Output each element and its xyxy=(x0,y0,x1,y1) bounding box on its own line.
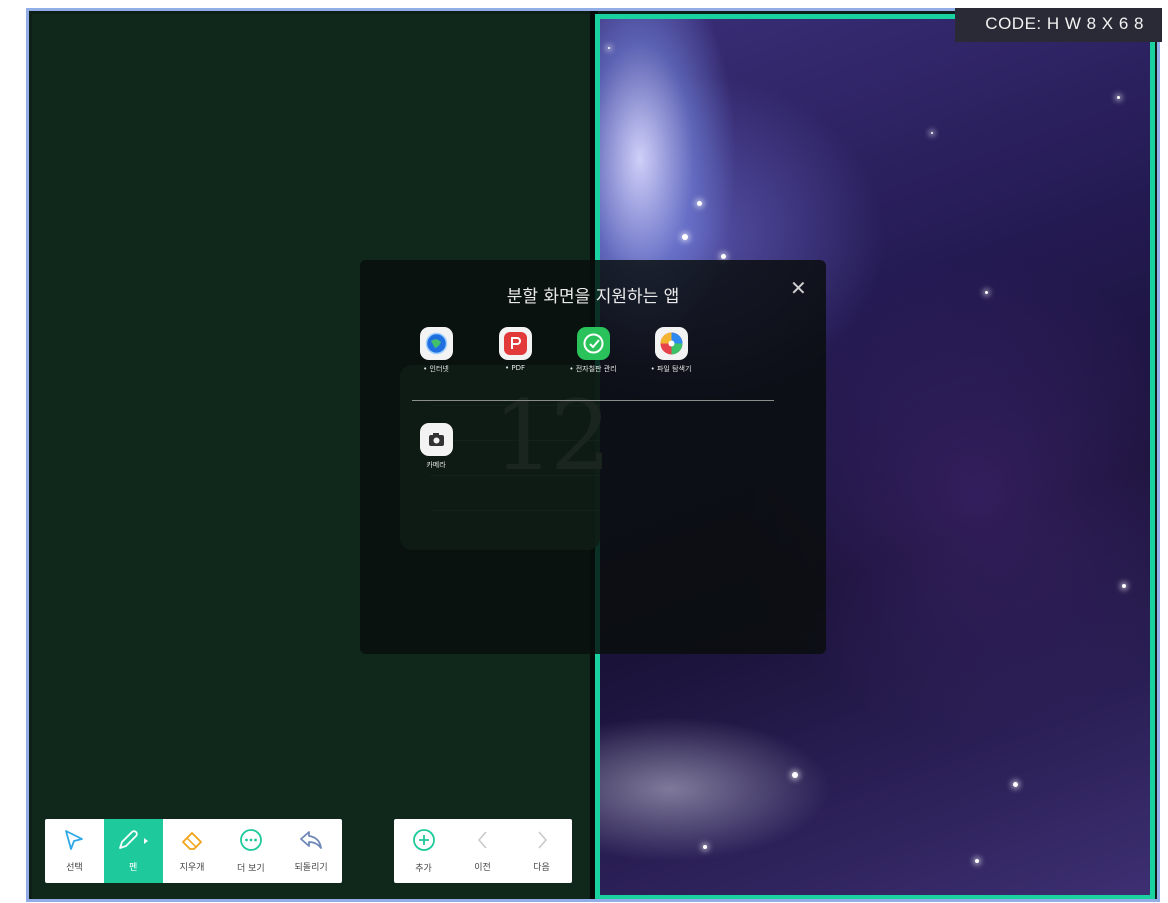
app-board-manager[interactable]: • 전자칠판 관리 xyxy=(553,327,633,374)
pdf-icon xyxy=(498,327,532,360)
tool-label: 추가 xyxy=(415,864,432,874)
next-page-button[interactable]: 다음 xyxy=(512,819,571,883)
more-icon xyxy=(239,828,263,856)
app-label: 카메라 xyxy=(426,461,446,469)
add-icon xyxy=(412,828,436,856)
undo-icon xyxy=(298,829,324,855)
close-icon[interactable]: ✕ xyxy=(790,276,807,300)
dialog-separator xyxy=(412,400,774,401)
file-explorer-icon xyxy=(654,327,688,360)
code-badge: CODE: H W 8 X 6 8 xyxy=(955,8,1162,42)
star xyxy=(721,254,726,259)
star xyxy=(682,234,688,240)
app-file-explorer[interactable]: • 파일 탐색기 xyxy=(631,327,711,374)
pen-tool-button[interactable]: 펜 xyxy=(103,819,163,883)
star xyxy=(697,201,702,206)
tool-label: 더 보기 xyxy=(236,864,265,874)
tool-label: 지우개 xyxy=(179,863,205,873)
app-label: • 인터넷 xyxy=(423,365,449,373)
cursor-icon xyxy=(63,829,85,855)
app-label: • 전자칠판 관리 xyxy=(569,365,617,373)
split-screen-apps-dialog: 분할 화면을 지원하는 앱 ✕ • 인터넷 • PDF • 전자칠판 관리 • … xyxy=(360,260,826,654)
star xyxy=(1122,584,1126,588)
eraser-icon xyxy=(180,829,204,855)
star xyxy=(703,845,707,849)
star xyxy=(931,132,933,134)
prev-page-button[interactable]: 이전 xyxy=(453,819,512,883)
page-toolbar: 추가 이전 다음 xyxy=(394,819,572,883)
chevron-right-icon xyxy=(531,829,553,855)
star xyxy=(1013,782,1018,787)
board-manager-icon xyxy=(576,327,610,360)
star xyxy=(985,291,988,294)
tool-label: 선택 xyxy=(66,863,83,873)
app-label: • PDF xyxy=(505,364,525,372)
star xyxy=(608,47,610,49)
tool-label: 펜 xyxy=(129,863,138,873)
app-pdf[interactable]: • PDF xyxy=(475,327,555,372)
dialog-title: 분할 화면을 지원하는 앱 xyxy=(506,287,680,307)
drawing-toolbar: 선택 펜 지우개 더 보기 되돌리기 xyxy=(45,819,342,883)
star xyxy=(975,859,979,863)
app-camera[interactable]: 카메라 xyxy=(396,423,476,470)
chevron-left-icon xyxy=(472,829,494,855)
globe-icon xyxy=(419,327,453,360)
camera-icon xyxy=(419,423,453,456)
more-tool-button[interactable]: 더 보기 xyxy=(221,819,280,883)
add-page-button[interactable]: 추가 xyxy=(394,819,453,883)
tool-label: 이전 xyxy=(474,863,491,873)
select-tool-button[interactable]: 선택 xyxy=(45,819,104,883)
app-internet[interactable]: • 인터넷 xyxy=(396,327,476,374)
star xyxy=(1117,96,1120,99)
eraser-tool-button[interactable]: 지우개 xyxy=(163,819,222,883)
star xyxy=(792,772,798,778)
tool-label: 다음 xyxy=(533,863,550,873)
tool-label: 되돌리기 xyxy=(294,863,328,873)
app-label: • 파일 탐색기 xyxy=(650,365,692,373)
pen-icon xyxy=(116,829,150,855)
undo-tool-button[interactable]: 되돌리기 xyxy=(280,819,342,883)
